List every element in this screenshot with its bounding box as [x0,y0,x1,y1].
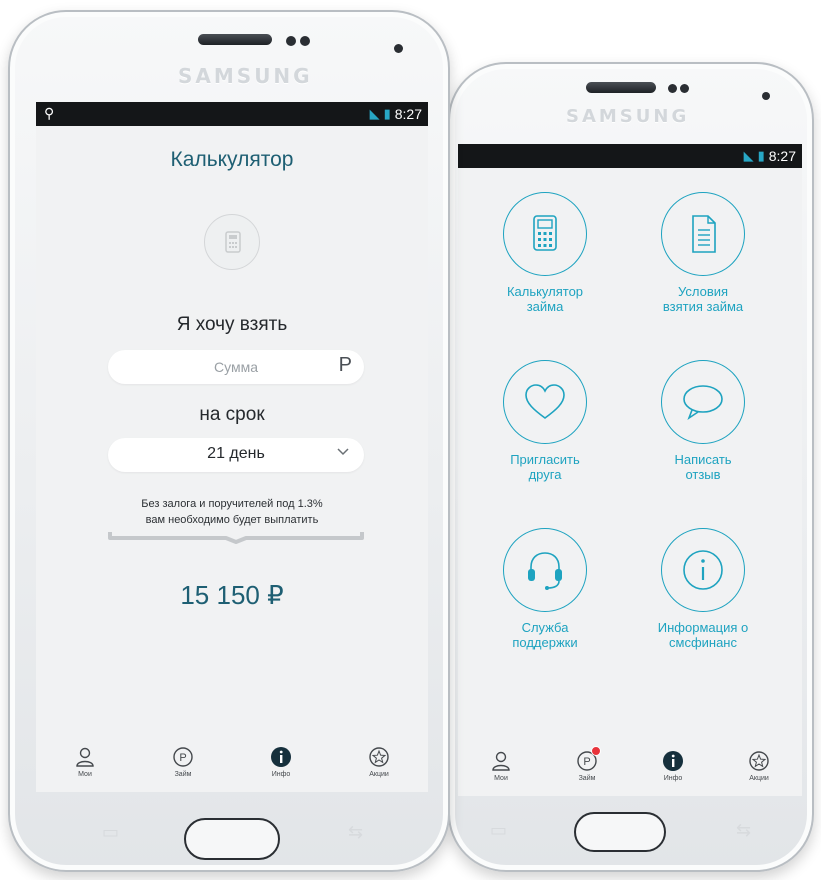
menu-item-support[interactable]: Служба поддержки [470,528,620,650]
tab-label: Займ [578,775,596,782]
menu-item-label: Написать отзыв [674,452,732,482]
term-selected-value: 21 день [207,445,265,462]
chat-bubble-icon [661,360,745,444]
menu-item-label: Условия взятия займа [662,284,744,314]
page-title: Калькулятор [170,148,294,171]
front-camera [762,92,770,100]
location-icon: ⚲ [44,105,55,121]
home-button[interactable] [184,818,280,860]
calculator-screen: ⚲ ◣ ▮ 8:27 Калькулятор Я хочу взять Р на… [36,102,428,792]
tab-info[interactable]: Инфо [251,746,311,778]
back-key-icon[interactable]: ▭ [102,822,119,843]
heart-icon [503,360,587,444]
recent-apps-key-icon[interactable]: ⇆ [348,822,363,843]
tab-label: Акции [749,775,769,782]
calculator-icon [204,214,260,270]
amount-field[interactable]: Р [108,350,364,384]
calculator-icon [503,192,587,276]
want-label: Я хочу взять [176,314,288,335]
info-icon [661,528,745,612]
info-filled-icon [271,747,291,767]
status-time: 8:27 [768,148,796,164]
status-time: 8:27 [394,106,422,122]
notification-badge [591,746,601,756]
menu-item-write-review[interactable]: Написать отзыв [628,360,778,482]
tab-info[interactable]: Инфо [643,750,703,782]
brand-logo: SAMSUNG [566,106,690,127]
menu-item-loan-terms[interactable]: Условия взятия займа [628,192,778,314]
wifi-icon: ◣ [743,148,754,163]
tab-label: Инфо [271,771,291,778]
wifi-icon: ◣ [369,106,380,121]
result-amount: 15 150 ₽ [180,580,284,610]
status-bar: ⚲ ◣ ▮ 8:27 [36,102,428,126]
menu-item-about[interactable]: Информация о смсфинанс [628,528,778,650]
user-icon [492,751,510,771]
earpiece-speaker [198,34,272,45]
tab-label: Инфо [663,775,683,782]
chevron-down-icon [336,444,350,462]
front-camera [394,44,403,53]
menu-screen: ◣ ▮ 8:27 Калькулятор займа Условия взяти… [458,144,802,796]
menu-item-label: Пригласить друга [510,452,580,482]
front-sensor [680,84,689,93]
tab-loan[interactable]: P Займ [153,746,213,778]
tab-promo[interactable]: Акции [729,750,789,782]
menu-item-label: Служба поддержки [512,620,578,650]
front-sensor [668,84,677,93]
currency-suffix: Р [338,354,352,376]
tab-loan[interactable]: P Займ [557,746,617,782]
term-select[interactable]: 21 день [108,438,364,472]
front-sensor [300,36,310,46]
tab-my[interactable]: Мои [55,746,115,778]
loan-p-icon: P [173,747,193,767]
earpiece-speaker [586,82,656,93]
home-button[interactable] [574,812,666,852]
document-icon [661,192,745,276]
menu-item-label: Информация о смсфинанс [657,620,749,650]
menu-item-invite-friend[interactable]: Пригласить друга [470,360,620,482]
star-badge-icon [749,751,769,771]
right-phone: SAMSUNG ◣ ▮ 8:27 Калькулятор займа Услов… [448,62,814,872]
note-line: Без залога и поручителей под 1.3% [141,498,323,510]
menu-item-label: Калькулятор займа [506,284,584,314]
headset-icon [503,528,587,612]
info-filled-icon [663,751,683,771]
front-sensor [286,36,296,46]
tab-my[interactable]: Мои [471,750,531,782]
tab-label: Мои [494,775,508,782]
interest-note: Без залога и поручителей под 1.3% вам не… [36,496,428,528]
note-line: вам необходимо будет выплатить [145,514,319,526]
tab-promo[interactable]: Акции [349,746,409,778]
back-key-icon[interactable]: ▭ [490,820,507,841]
status-bar: ◣ ▮ 8:27 [458,144,802,168]
left-phone: SAMSUNG ⚲ ◣ ▮ 8:27 Калькулятор Я хочу вз… [8,10,450,872]
recent-apps-key-icon[interactable]: ⇆ [736,820,751,841]
tab-label: Акции [369,771,389,778]
amount-input[interactable] [108,350,364,384]
menu-item-loan-calculator[interactable]: Калькулятор займа [470,192,620,314]
star-badge-icon [369,747,389,767]
brand-logo: SAMSUNG [178,64,313,88]
tab-label: Мои [78,771,92,778]
bracket-divider [108,532,364,544]
battery-icon: ▮ [383,106,391,121]
battery-icon: ▮ [757,148,765,163]
tab-bar: Мои P Займ Инфо Акции [36,732,428,792]
tab-bar: Мои P Займ Инфо Акции [458,736,802,796]
svg-text:P: P [583,756,590,768]
term-label: на срок [199,404,265,425]
tab-label: Займ [174,771,192,778]
user-icon [76,747,94,767]
svg-text:P: P [179,752,186,764]
